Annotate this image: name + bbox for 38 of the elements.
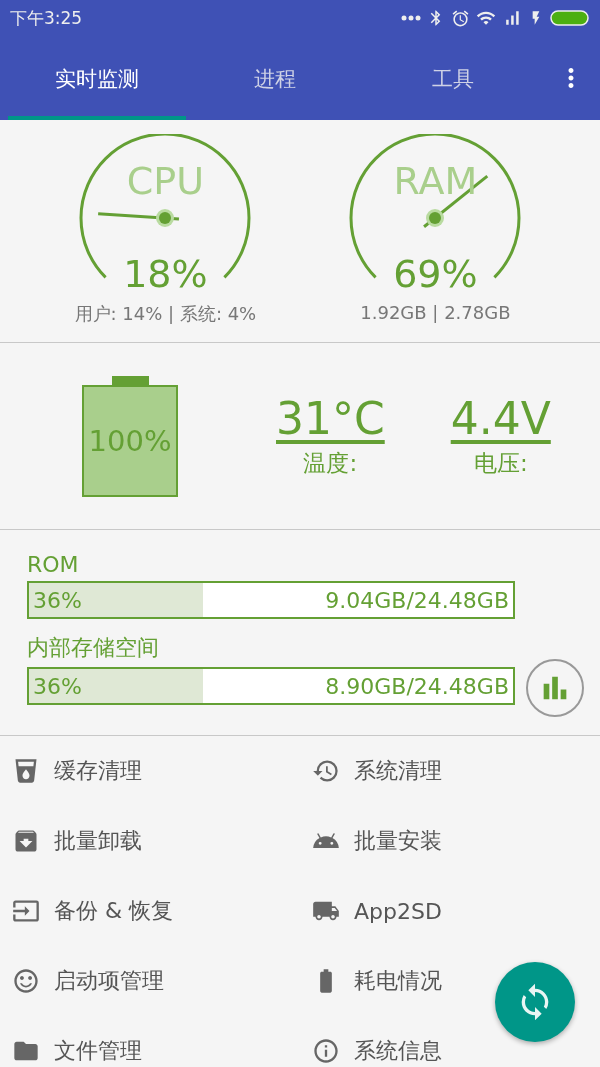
tool-label[interactable]: 系统清理 [354,756,442,786]
tool-label[interactable]: 文件管理 [54,1036,142,1066]
tab[interactable]: 实时监测 [8,36,186,120]
storage-percent: 36% [33,673,82,699]
tool-label[interactable]: 启动项管理 [54,966,164,996]
tool-label[interactable]: 系统信息 [354,1036,442,1066]
refresh-button[interactable] [495,962,575,1042]
battery-icon [550,10,590,26]
reading-label: 温度: [303,449,358,478]
status-time: 下午3:25 [10,6,83,30]
smiley-icon [12,967,40,995]
tool-label[interactable]: 批量安装 [354,826,442,856]
reading-value: 31°C [276,393,385,444]
gauge-value: 69% [392,252,479,296]
info-icon [312,1037,340,1065]
tab[interactable]: 进程 [186,36,364,120]
chart-button[interactable] [526,659,584,717]
gauge-detail: 1.92GB | 2.78GB [360,302,511,323]
tool-label[interactable]: App2SD [354,898,442,924]
tool-label[interactable]: 缓存清理 [54,756,142,786]
tool-label[interactable]: 批量卸载 [54,826,142,856]
storage-label: ROM [27,552,80,577]
storage-usage: 8.90GB/24.48GB [325,673,509,699]
gauge-label: RAM [393,162,478,200]
storage-percent: 36% [33,587,82,613]
reading-value: 4.4V [450,393,551,444]
tool-label[interactable]: 耗电情况 [354,966,442,996]
gauge-value: 18% [122,252,209,296]
battery-percent: 100% [87,422,173,460]
more-dots-icon [401,15,421,21]
tool-label[interactable]: 备份 & 恢复 [54,896,174,926]
gauge-detail: 用户: 14% | 系统: 4% [74,302,257,326]
storage-usage: 9.04GB/24.48GB [325,587,509,613]
gauge-label: CPU [126,162,205,200]
alarm-icon [451,8,470,28]
storage-label: 内部存储空间 [27,634,160,662]
tab[interactable]: 工具 [364,36,542,120]
reading-label: 电压: [473,449,528,478]
